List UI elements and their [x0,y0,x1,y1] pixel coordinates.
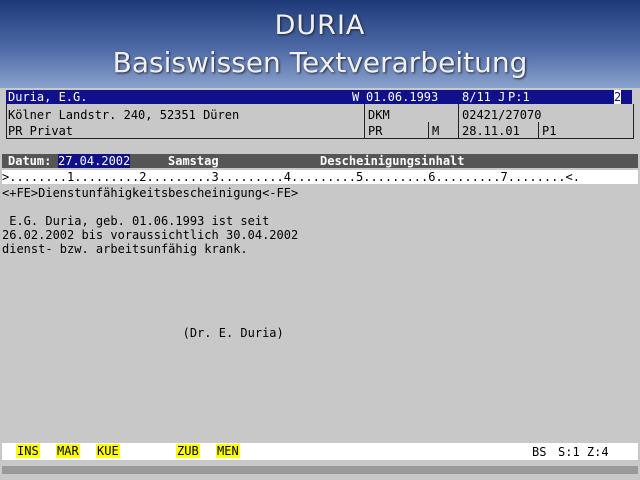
patient-age: 8/11 J [462,90,506,104]
ruler-text: >........1.........2.........3.........4… [2,170,580,184]
page-indicator: P:1 [508,90,530,104]
date-bar: Datum: 27.04.2002 Samstag Descheinigungs… [2,154,638,168]
title-banner: DURIA Basiswissen Textverarbeitung [0,0,640,88]
date-label: Datum: [8,154,52,168]
bottom-border [2,466,638,474]
document-editor[interactable]: <+FE>Dienstunfähigkeitsbescheinigung<-FE… [2,186,638,436]
document-line: <+FE>Dienstunfähigkeitsbescheinigung<-FE… [2,186,299,200]
terminal-screen: Duria, E.G. W 01.06.1993 8/11 J P:1 2 Kö… [2,88,638,476]
status-code: PR [368,124,383,138]
header-bottom-line [6,138,634,139]
ins-key-button[interactable]: INS [16,444,40,458]
header-divider [6,104,7,139]
weekday: Samstag [168,154,219,168]
status-bar: INS MAR KUE ZUB MEN BS S:1 Z:4 [2,443,638,460]
banner-title-duria: DURIA [274,10,366,41]
men-key-button[interactable]: MEN [216,444,240,458]
date-of-birth: 01.06.1993 [366,90,439,104]
header-divider [538,122,539,139]
header-divider [458,104,459,139]
phone-number: 02421/27070 [462,108,542,122]
header-divider [428,122,429,139]
section-title: Descheinigungsinhalt [320,154,465,168]
date-field[interactable]: 27.04.2002 [58,154,131,168]
header-divider [633,104,634,139]
document-line: E.G. Duria, geb. 01.06.1993 ist seit [2,214,270,228]
screen-number: 2 [614,90,622,104]
sex-flag: W [352,90,360,104]
tab-ruler: >........1.........2.........3.........4… [2,170,638,184]
member-code: M [432,124,440,138]
patient-name: Duria, E.G. [8,90,88,104]
mar-key-button[interactable]: MAR [56,444,80,458]
zub-key-button[interactable]: ZUB [176,444,200,458]
patient-header-row [6,90,632,104]
patient-address: Kölner Landstr. 240, 52351 Düren [8,108,240,122]
patient-header: Duria, E.G. W 01.06.1993 8/11 J P:1 2 Kö… [6,90,634,140]
document-line: 26.02.2002 bis voraussichtlich 30.04.200… [2,228,299,242]
banner-subtitle: Basiswissen Textverarbeitung [112,46,528,79]
header-divider [364,104,365,139]
insurer-code: DKM [368,108,390,122]
signature-line: (Dr. E. Duria) [2,326,284,340]
kue-key-button[interactable]: KUE [96,444,120,458]
insurance-status: PR Privat [8,124,74,138]
last-visit-date: 28.11.01 [462,124,520,138]
cursor-position: S:1 Z:4 [558,445,609,459]
edit-mode: BS [532,445,547,459]
document-line: dienst- bzw. arbeitsunfähig krank. [2,242,248,256]
p-code: P1 [542,124,557,138]
